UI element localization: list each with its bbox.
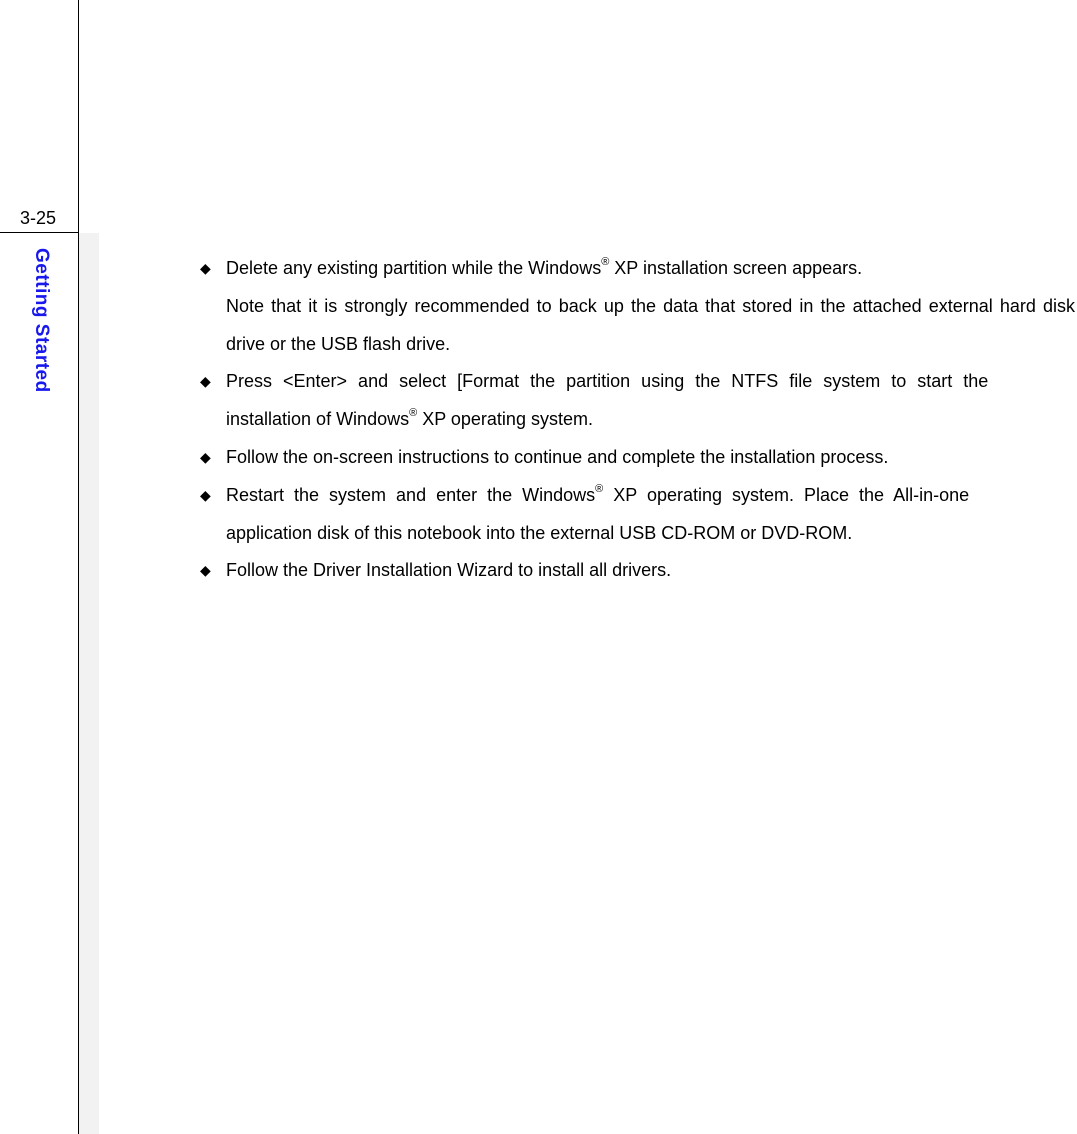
bullet-text: Follow the on-screen instructions to con… [226,447,888,467]
list-item: ◆ Restart the system and enter the Windo… [200,477,1075,553]
bullet-icon: ◆ [200,250,211,288]
bullet-text: Delete any existing partition while the … [226,258,1075,363]
page-wrapper: 3-25 Getting Started ◆ Delete any existi… [0,0,1077,1134]
section-label: Getting Started [30,248,52,393]
text-segment: application disk of this notebook into t… [226,515,1075,553]
bullet-text: Restart the system and enter the Windows… [226,485,1075,553]
registered-mark: ® [409,407,417,419]
bullet-text: Follow the Driver Installation Wizard to… [226,560,671,580]
text-segment: XP installation screen appears. [609,258,862,278]
bullet-icon: ◆ [200,477,211,515]
content-area: ◆ Delete any existing partition while th… [200,250,1075,590]
text-segment: installation of Windows [226,409,409,429]
text-segment: XP operating system. Place the All-in-on… [603,485,969,505]
grey-bar [79,233,99,1134]
text-segment: Restart the system and enter the Windows [226,485,595,505]
bullet-icon: ◆ [200,363,211,401]
text-segment: XP operating system. [417,409,593,429]
bullet-icon: ◆ [200,552,211,590]
registered-mark: ® [601,256,609,268]
list-item: ◆ Press <Enter> and select [Format the p… [200,363,1075,439]
text-segment: Delete any existing partition while the … [226,258,601,278]
text-segment: Note that it is strongly recommended to … [226,288,1075,364]
page-number-underline [0,232,78,233]
bullet-text: Press <Enter> and select [Format the par… [226,371,1075,439]
registered-mark: ® [595,483,603,495]
list-item: ◆ Follow the Driver Installation Wizard … [200,552,1075,590]
list-item: ◆ Follow the on-screen instructions to c… [200,439,1075,477]
bullet-list: ◆ Delete any existing partition while th… [200,250,1075,590]
text-segment: Press <Enter> and select [Format the par… [226,371,988,391]
list-item: ◆ Delete any existing partition while th… [200,250,1075,363]
page-number: 3-25 [0,208,78,229]
bullet-icon: ◆ [200,439,211,477]
